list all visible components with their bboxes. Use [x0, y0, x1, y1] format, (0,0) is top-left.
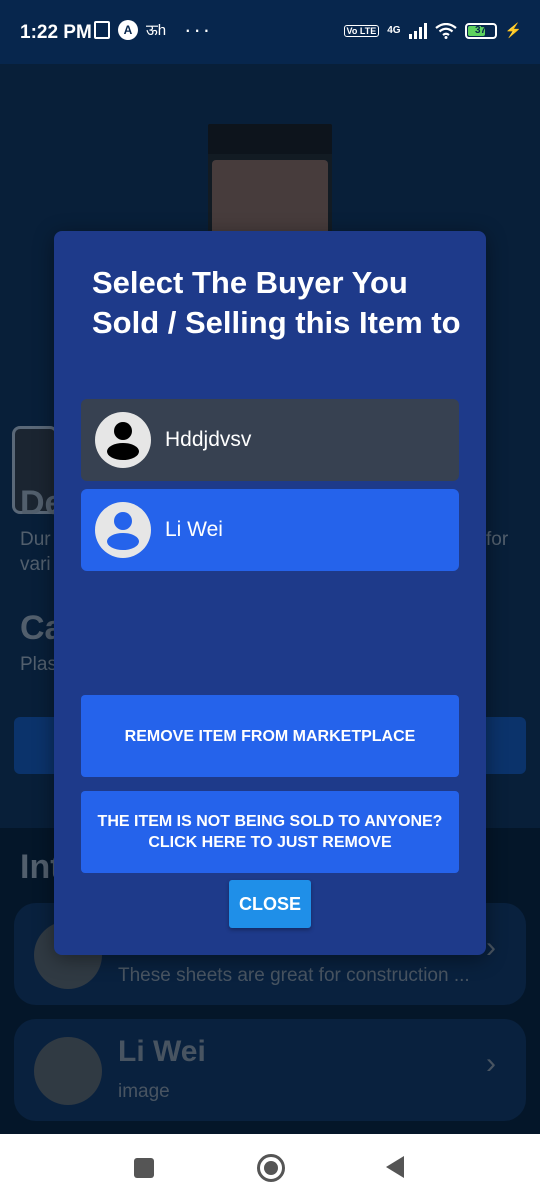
status-bar: 1:22 PM A ऊh ··· Vo LTE 4G 37 ⚡: [0, 0, 540, 64]
news-icon: [94, 21, 110, 39]
volte-icon: Vo LTE: [343, 24, 380, 37]
select-buyer-dialog: Select The Buyer You Sold / Selling this…: [54, 231, 486, 955]
battery-icon: 37: [464, 22, 497, 39]
recents-icon[interactable]: [134, 1158, 154, 1178]
wifi-icon: [434, 22, 457, 39]
battery-level: 37: [475, 25, 487, 36]
user-avatar-icon: [95, 412, 151, 468]
status-system-icons: Vo LTE 4G 37 ⚡: [343, 22, 522, 39]
buyer-name: Hddjdvsv: [165, 428, 252, 451]
status-notifications: A ऊh ···: [94, 17, 213, 42]
more-notifications-icon: ···: [184, 17, 213, 42]
buyer-option[interactable]: Li Wei: [81, 489, 459, 571]
home-icon[interactable]: [257, 1154, 285, 1182]
remove-from-marketplace-button[interactable]: REMOVE ITEM FROM MARKETPLACE: [81, 695, 459, 777]
not-sold-remove-button[interactable]: THE ITEM IS NOT BEING SOLD TO ANYONE? CL…: [81, 791, 459, 873]
status-time: 1:22 PM: [20, 22, 92, 43]
signal-icon: [408, 22, 427, 39]
charging-icon: ⚡: [504, 22, 522, 38]
app-notification-icon: A: [118, 20, 138, 40]
status-extra-glyph: ऊh: [146, 22, 167, 39]
back-icon[interactable]: [386, 1156, 404, 1178]
network-type: 4G: [387, 25, 401, 36]
buyer-name: Li Wei: [165, 518, 223, 541]
dialog-title: Select The Buyer You Sold / Selling this…: [92, 265, 461, 340]
system-nav-bar: [0, 1134, 540, 1200]
user-avatar-icon: [95, 502, 151, 558]
buyer-option[interactable]: Hddjdvsv: [81, 399, 459, 481]
close-button[interactable]: CLOSE: [229, 880, 311, 928]
